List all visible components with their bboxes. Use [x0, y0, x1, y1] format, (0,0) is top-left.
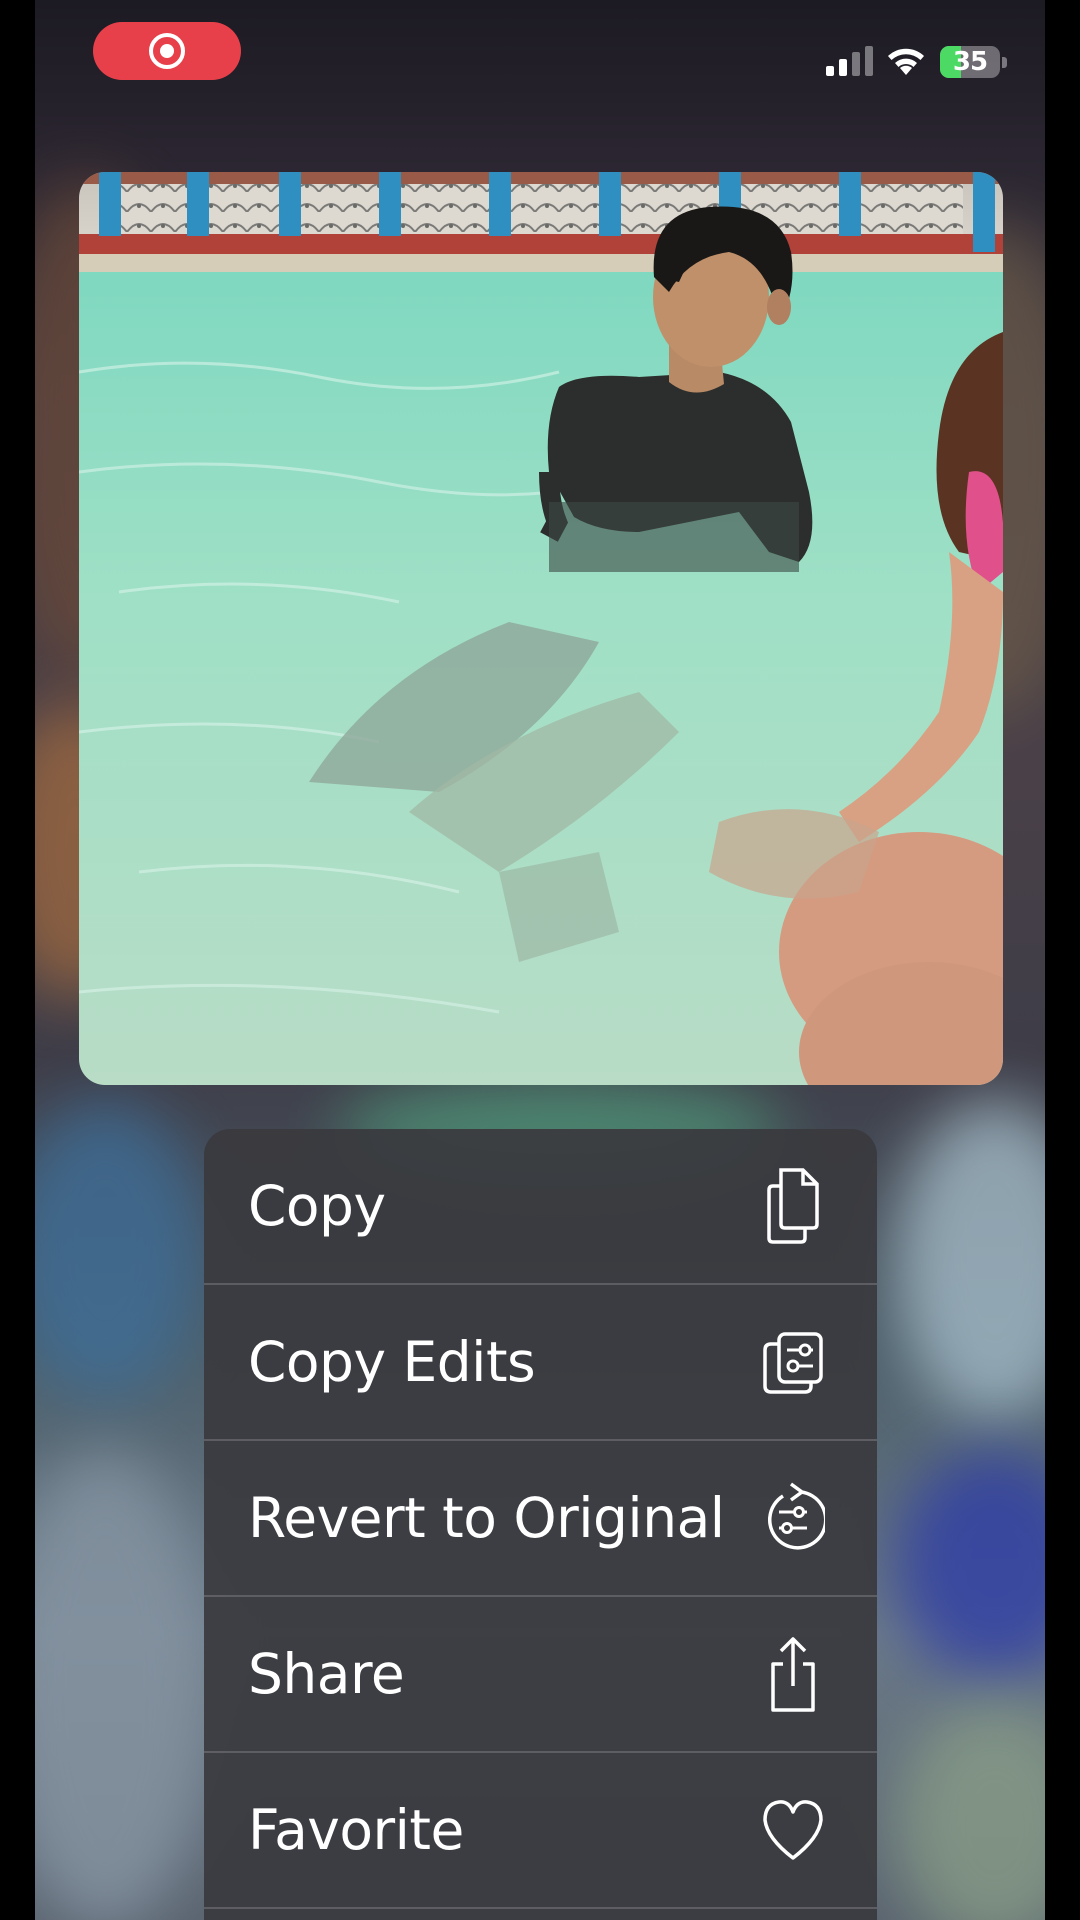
wifi-icon: [888, 48, 924, 75]
screen: 35 Copy Copy Edits Revert to Original Sh…: [0, 0, 1080, 1920]
menu-item-label: Revert to Original: [248, 1486, 725, 1550]
screen-recording-indicator[interactable]: [93, 22, 241, 80]
menu-item-label: Copy Edits: [248, 1330, 536, 1394]
copy-icon: [767, 1168, 819, 1244]
status-bar: 35: [0, 0, 1080, 110]
battery-icon: 35: [940, 46, 1008, 78]
menu-item-label: Favorite: [248, 1798, 464, 1862]
revert-icon: [768, 1482, 825, 1550]
battery-percent: 35: [952, 47, 988, 77]
context-menu: Copy Copy Edits Revert to Original Share…: [204, 1129, 877, 1920]
menu-item-label: Copy: [248, 1174, 386, 1238]
menu-item-favorite[interactable]: Favorite: [204, 1753, 877, 1909]
menu-item-copy-edits[interactable]: Copy Edits: [204, 1285, 877, 1441]
cellular-signal-icon: [826, 46, 873, 76]
menu-item-revert[interactable]: Revert to Original: [204, 1441, 877, 1597]
record-icon: [149, 33, 185, 69]
copy-edits-icon: [763, 1332, 823, 1394]
share-icon: [771, 1637, 815, 1712]
menu-item-label: Share: [248, 1642, 405, 1706]
photo-preview[interactable]: [79, 172, 1003, 1085]
menu-item-share[interactable]: Share: [204, 1597, 877, 1753]
menu-item-copy[interactable]: Copy: [204, 1129, 877, 1285]
heart-icon: [763, 1800, 823, 1860]
